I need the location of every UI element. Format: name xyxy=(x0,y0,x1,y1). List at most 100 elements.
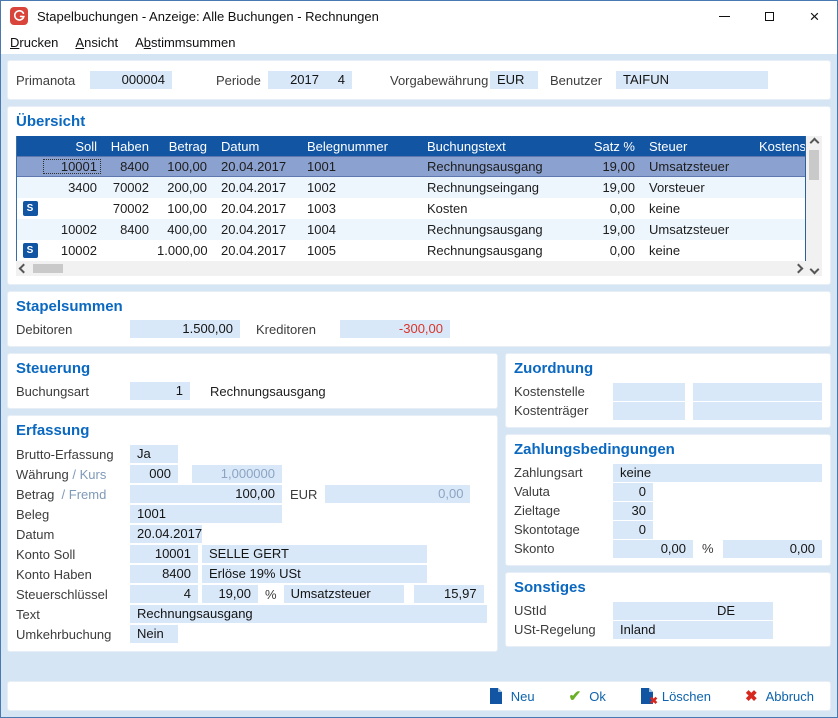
cell-betrag: 200,00 xyxy=(153,180,211,195)
beleg-field[interactable]: 1001 xyxy=(130,505,282,523)
scroll-right-icon[interactable] xyxy=(794,264,804,274)
column-header-beleg[interactable]: Belegnummer xyxy=(297,139,417,154)
column-header-satz[interactable]: Satz % xyxy=(587,139,639,154)
uebersicht-table: SollHabenBetragDatumBelegnummerBuchungst… xyxy=(16,136,822,276)
neu-button[interactable]: Neu xyxy=(489,688,535,704)
table-row[interactable]: 100028400400,0020.04.20171004Rechnungsau… xyxy=(17,219,805,240)
kostentraeger-field[interactable] xyxy=(613,402,685,420)
cell-text: Kosten xyxy=(417,201,587,216)
cell-soll: 10001 xyxy=(43,159,101,174)
skonto-prozent-field[interactable]: 0,00 xyxy=(613,540,693,558)
kostentraeger-name-field[interactable] xyxy=(693,402,822,420)
valuta-field[interactable]: 0 xyxy=(613,483,653,501)
menu-item-abstimmsummen[interactable]: Abstimmsummen xyxy=(135,35,235,50)
cell-beleg: 1003 xyxy=(297,201,417,216)
debitoren-field[interactable]: 1.500,00 xyxy=(130,320,240,338)
konto-soll-name-field[interactable]: SELLE GERT xyxy=(202,545,427,563)
maximize-button[interactable] xyxy=(747,1,792,31)
vorgabewaehrung-field[interactable]: EUR xyxy=(490,71,538,89)
steuersatz-field[interactable]: 19,00 xyxy=(202,585,258,603)
konto-soll-field[interactable]: 10001 xyxy=(130,545,198,563)
table-row[interactable]: 100018400100,0020.04.20171001Rechnungsau… xyxy=(17,156,805,177)
steuer-name-field[interactable]: Umsatzsteuer xyxy=(284,585,404,603)
column-header-datum[interactable]: Datum xyxy=(211,139,297,154)
scroll-down-icon[interactable] xyxy=(809,265,819,275)
ok-button[interactable]: ✔ Ok xyxy=(569,687,606,705)
ustid-label: UStId xyxy=(514,603,613,618)
column-header-kostenstelle[interactable]: Kostenstel xyxy=(749,139,805,154)
scroll-left-icon[interactable] xyxy=(19,264,29,274)
kurs-field[interactable]: 1,000000 xyxy=(192,465,282,483)
fremd-label: / Fremd xyxy=(62,487,107,502)
steuer-betrag-field[interactable]: 15,97 xyxy=(414,585,484,603)
zahlungsbedingungen-panel: Zahlungsbedingungen Zahlungsart keine Va… xyxy=(505,434,831,566)
cell-beleg: 1001 xyxy=(297,159,417,174)
client-area: Primanota 000004 Periode 2017 4 Vorgabew… xyxy=(1,54,837,717)
debitoren-label: Debitoren xyxy=(16,322,130,337)
close-button[interactable]: × xyxy=(792,1,837,31)
datum-field[interactable]: 20.04.2017 xyxy=(130,525,202,543)
konto-haben-field[interactable]: 8400 xyxy=(130,565,198,583)
horizontal-scrollbar[interactable] xyxy=(16,261,806,276)
skontotage-field[interactable]: 0 xyxy=(613,521,653,539)
kreditoren-field[interactable]: -300,00 xyxy=(340,320,450,338)
cell-betrag: 100,00 xyxy=(153,201,211,216)
vertical-scroll-thumb[interactable] xyxy=(809,150,819,180)
brutto-erfassung-label: Brutto-Erfassung xyxy=(16,447,130,462)
sonstiges-title: Sonstiges xyxy=(514,580,822,596)
kreditoren-label: Kreditoren xyxy=(256,322,340,337)
minimize-button[interactable] xyxy=(702,1,747,31)
abbruch-button[interactable]: ✖ Abbruch xyxy=(745,687,814,705)
table-row[interactable]: S100021.000,0020.04.20171005Rechnungsaus… xyxy=(17,240,805,261)
cell-beleg: 1004 xyxy=(297,222,417,237)
umkehrbuchung-field[interactable]: Nein xyxy=(130,625,178,643)
steuerschluessel-field[interactable]: 4 xyxy=(130,585,198,603)
column-header-haben[interactable]: Haben xyxy=(101,139,153,154)
konto-soll-label: Konto Soll xyxy=(16,547,130,562)
kostenstelle-name-field[interactable] xyxy=(693,383,822,401)
ustid-field[interactable]: DE xyxy=(613,602,773,620)
datum-label: Datum xyxy=(16,527,130,542)
zieltage-field[interactable]: 30 xyxy=(613,502,653,520)
cell-steuer: keine xyxy=(639,201,749,216)
buchungsart-label: Buchungsart xyxy=(16,384,130,399)
column-header-steuer[interactable]: Steuer xyxy=(639,139,749,154)
skonto-betrag-field[interactable]: 0,00 xyxy=(723,540,822,558)
ust-regelung-field[interactable]: Inland xyxy=(613,621,773,639)
zahlungsart-field[interactable]: keine xyxy=(613,464,822,482)
table-row[interactable]: S70002100,0020.04.20171003Kosten0,00kein… xyxy=(17,198,805,219)
text-field[interactable]: Rechnungsausgang xyxy=(130,605,487,623)
konto-haben-label: Konto Haben xyxy=(16,567,130,582)
buchungsart-field[interactable]: 1 xyxy=(130,382,190,400)
kostenstelle-field[interactable] xyxy=(613,383,685,401)
periode-number-field[interactable]: 4 xyxy=(326,71,352,89)
benutzer-field[interactable]: TAIFUN xyxy=(616,71,768,89)
horizontal-scroll-thumb[interactable] xyxy=(33,264,63,273)
cell-datum: 20.04.2017 xyxy=(211,180,297,195)
cell-betrag: 100,00 xyxy=(153,159,211,174)
cell-beleg: 1005 xyxy=(297,243,417,258)
column-header-soll[interactable]: Soll xyxy=(43,139,101,154)
menu-item-drucken[interactable]: Drucken xyxy=(10,35,58,50)
periode-year-field[interactable]: 2017 xyxy=(268,71,326,89)
loeschen-button[interactable]: ✖ Löschen xyxy=(640,688,711,704)
fremd-field[interactable]: 0,00 xyxy=(325,485,470,503)
erfassung-panel: Erfassung Brutto-Erfassung Ja Währung / … xyxy=(7,415,498,652)
buchungsart-text: Rechnungsausgang xyxy=(210,384,326,399)
uebersicht-table-body: 100018400100,0020.04.20171001Rechnungsau… xyxy=(17,156,805,261)
scroll-up-icon[interactable] xyxy=(809,138,819,148)
valuta-label: Valuta xyxy=(514,484,613,499)
column-header-text[interactable]: Buchungstext xyxy=(417,139,587,154)
menu-item-ansicht[interactable]: Ansicht xyxy=(75,35,118,50)
vorgabewaehrung-label: Vorgabewährung xyxy=(390,73,490,88)
konto-haben-name-field[interactable]: Erlöse 19% USt xyxy=(202,565,427,583)
cell-steuer: Umsatzsteuer xyxy=(639,159,749,174)
vertical-scrollbar[interactable] xyxy=(806,136,822,276)
waehrung-field[interactable]: 000 xyxy=(130,465,178,483)
betrag-field[interactable]: 100,00 xyxy=(130,485,282,503)
brutto-erfassung-field[interactable]: Ja xyxy=(130,445,178,463)
column-header-betrag[interactable]: Betrag xyxy=(153,139,211,154)
table-row[interactable]: 340070002200,0020.04.20171002Rechnungsei… xyxy=(17,177,805,198)
cell-datum: 20.04.2017 xyxy=(211,222,297,237)
primanota-field[interactable]: 000004 xyxy=(90,71,172,89)
